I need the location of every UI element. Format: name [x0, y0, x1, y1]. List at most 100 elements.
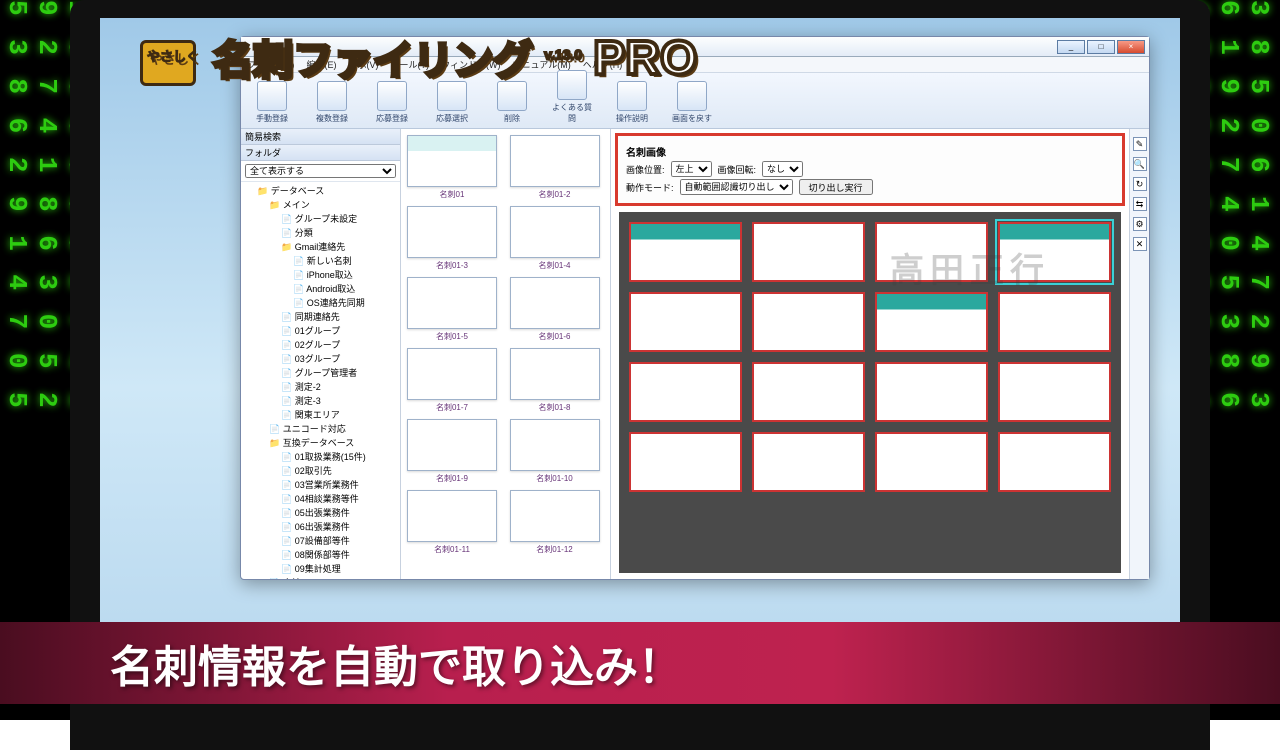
ribbon-button[interactable]: 操作説明 [609, 81, 655, 124]
image-pos-select[interactable]: 左上 [671, 161, 712, 177]
product-name: 名刺ファイリング [213, 39, 533, 83]
thumbnail[interactable]: 名刺01-7 [407, 348, 497, 413]
thumbnail[interactable]: 名刺01-3 [407, 206, 497, 271]
tree-node[interactable]: 01グループ [281, 324, 398, 338]
tree-node[interactable]: メイングループ未設定分類Gmail連絡先新しい名刺iPhone取込Android… [269, 198, 398, 422]
side-tool-button[interactable]: ⚙ [1133, 217, 1147, 231]
close-button[interactable]: × [1117, 40, 1145, 54]
tree-node[interactable]: グループ未設定 [281, 212, 398, 226]
image-pos-label: 画像位置: [626, 163, 665, 176]
thumbnail[interactable]: 名刺01-4 [510, 206, 600, 271]
scanned-card[interactable] [875, 432, 988, 492]
filter-row: 全て表示する [241, 161, 400, 182]
caption-banner: 名刺情報を自動で取り込み！ [0, 622, 1280, 704]
tree-node[interactable]: 互換データベース01取扱業務(15件)02取引先03営業所業務件04相談業務等件… [269, 436, 398, 576]
tree-node[interactable]: 02取引先 [281, 464, 398, 478]
thumbnail[interactable]: 名刺01-9 [407, 419, 497, 484]
tree-node[interactable]: 支社口 [269, 576, 398, 579]
scanned-card[interactable] [875, 362, 988, 422]
caption-text: 名刺情報を自動で取り込み！ [110, 631, 682, 695]
scanned-card[interactable] [998, 292, 1111, 352]
side-tool-button[interactable]: ✎ [1133, 137, 1147, 151]
tree-node[interactable]: 同期連絡先 [281, 310, 398, 324]
tree-node[interactable]: Android取込 [293, 282, 398, 296]
scanned-card[interactable] [629, 292, 742, 352]
tree-node[interactable]: 04相談業務等件 [281, 492, 398, 506]
ribbon-button[interactable]: 複数登録 [309, 81, 355, 124]
tree-node[interactable]: グループ管理者 [281, 366, 398, 380]
scan-grid [619, 212, 1121, 573]
thumbnail[interactable]: 名刺01 [407, 135, 497, 200]
tree-node[interactable]: 07設備部等件 [281, 534, 398, 548]
thumbnail[interactable]: 名刺01-11 [407, 490, 497, 555]
scanned-card[interactable] [752, 292, 865, 352]
tree-node[interactable]: 03グループ [281, 352, 398, 366]
tree-node[interactable]: 測定-2 [281, 380, 398, 394]
mode-label: 動作モード: [626, 181, 674, 194]
scanned-card[interactable] [875, 222, 988, 282]
orient-select[interactable]: なし [762, 161, 803, 177]
tree-node[interactable]: 01取扱業務(15件) [281, 450, 398, 464]
mode-select[interactable]: 自動範囲認識切り出し [680, 179, 793, 195]
tree-node[interactable]: 新しい名刺 [293, 254, 398, 268]
scanned-card[interactable] [629, 362, 742, 422]
thumbnail-grid: 名刺01名刺01-2名刺01-3名刺01-4名刺01-5名刺01-6名刺01-7… [401, 129, 611, 579]
tree-node[interactable]: データベースメイングループ未設定分類Gmail連絡先新しい名刺iPhone取込A… [257, 184, 398, 579]
app-window: _ □ × ファイル(F)編集(E)表示(V)ツール(T)ウィンドウ(W)マニュ… [240, 36, 1150, 580]
ribbon-button[interactable]: 応募選択 [429, 81, 475, 124]
side-tool-button[interactable]: ⇆ [1133, 197, 1147, 211]
scanned-card[interactable] [752, 432, 865, 492]
tree-node[interactable]: Gmail連絡先新しい名刺iPhone取込Android取込OS連絡先同期 [281, 240, 398, 310]
ribbon-button[interactable]: 手動登録 [249, 81, 295, 124]
tree-node[interactable]: 関東エリア [281, 408, 398, 422]
scanned-card[interactable] [629, 432, 742, 492]
side-tool-button[interactable]: 🔍 [1133, 157, 1147, 171]
scanned-card[interactable] [998, 432, 1111, 492]
thumbnail[interactable]: 名刺01-2 [510, 135, 600, 200]
ribbon-button[interactable]: 応募登録 [369, 81, 415, 124]
product-badge: やさしく [140, 40, 196, 86]
folder-tree[interactable]: データベースメイングループ未設定分類Gmail連絡先新しい名刺iPhone取込A… [241, 182, 400, 579]
thumbnail[interactable]: 名刺01-5 [407, 277, 497, 342]
scanned-card[interactable] [998, 222, 1111, 282]
tree-node[interactable]: 09集計処理 [281, 562, 398, 576]
ribbon-button[interactable]: 画面を戻す [669, 81, 715, 124]
crop-button[interactable]: 切り出し実行 [799, 179, 873, 195]
minimize-button[interactable]: _ [1057, 40, 1085, 54]
tree-node[interactable]: 06出張業務件 [281, 520, 398, 534]
detail-title: 名刺画像 [626, 144, 666, 159]
thumbnail[interactable]: 名刺01-6 [510, 277, 600, 342]
right-toolbar: ✎ 🔍 ↻ ⇆ ⚙ ✕ [1129, 129, 1149, 579]
scanned-card[interactable] [752, 222, 865, 282]
search-pane-header: 簡易検索 [241, 129, 400, 145]
tree-node[interactable]: 測定-3 [281, 394, 398, 408]
product-version: v.13.0 [544, 47, 582, 63]
tree-node[interactable]: 08関係部等件 [281, 548, 398, 562]
thumbnail[interactable]: 名刺01-8 [510, 348, 600, 413]
side-tool-button[interactable]: ✕ [1133, 237, 1147, 251]
scanned-card[interactable] [998, 362, 1111, 422]
left-pane: 簡易検索 フォルダ 全て表示する データベースメイングループ未設定分類Gmail… [241, 129, 401, 579]
filter-select[interactable]: 全て表示する [245, 164, 396, 178]
side-tool-button[interactable]: ↻ [1133, 177, 1147, 191]
folder-pane-header: フォルダ [241, 145, 400, 161]
product-title: やさしく 名刺ファイリング v.13.0 PRO [140, 28, 697, 86]
tree-node[interactable]: 02グループ [281, 338, 398, 352]
tree-node[interactable]: OS連絡先同期 [293, 296, 398, 310]
scanned-card[interactable] [875, 292, 988, 352]
tree-node[interactable]: iPhone取込 [293, 268, 398, 282]
maximize-button[interactable]: □ [1087, 40, 1115, 54]
tree-node[interactable]: ユニコード対応 [269, 422, 398, 436]
detail-pane: 名刺画像 画像位置: 左上 画像回転: なし 動作モード: 自動範囲認識切り出し… [611, 129, 1129, 579]
tree-node[interactable]: 03営業所業務件 [281, 478, 398, 492]
orient-label: 画像回転: [718, 163, 757, 176]
thumbnail[interactable]: 名刺01-10 [510, 419, 600, 484]
product-edition: PRO [593, 32, 697, 85]
tree-node[interactable]: 05出張業務件 [281, 506, 398, 520]
thumbnail[interactable]: 名刺01-12 [510, 490, 600, 555]
scanned-card[interactable] [752, 362, 865, 422]
detail-header-highlight: 名刺画像 画像位置: 左上 画像回転: なし 動作モード: 自動範囲認識切り出し… [615, 133, 1125, 206]
tree-node[interactable]: 分類 [281, 226, 398, 240]
scanned-card[interactable] [629, 222, 742, 282]
ribbon-button[interactable]: 削除 [489, 81, 535, 124]
